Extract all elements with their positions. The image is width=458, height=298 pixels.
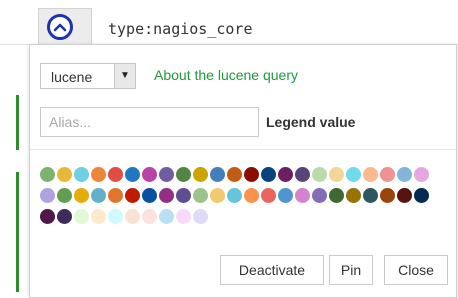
alias-input[interactable] xyxy=(40,107,259,137)
color-swatch[interactable] xyxy=(261,167,276,182)
color-swatch[interactable] xyxy=(142,188,157,203)
color-swatch[interactable] xyxy=(142,209,157,224)
color-swatch[interactable] xyxy=(244,188,259,203)
color-swatch[interactable] xyxy=(193,209,208,224)
color-swatch[interactable] xyxy=(74,188,89,203)
color-swatch[interactable] xyxy=(159,167,174,182)
color-swatch[interactable] xyxy=(363,188,378,203)
color-swatch[interactable] xyxy=(227,167,242,182)
color-swatch[interactable] xyxy=(176,188,191,203)
color-swatch[interactable] xyxy=(295,167,310,182)
swatch-row xyxy=(40,188,440,209)
color-swatch[interactable] xyxy=(193,188,208,203)
color-swatch[interactable] xyxy=(40,188,55,203)
color-swatch[interactable] xyxy=(40,209,55,224)
color-swatch[interactable] xyxy=(176,209,191,224)
color-swatch[interactable] xyxy=(210,188,225,203)
color-swatch[interactable] xyxy=(312,167,327,182)
color-swatch[interactable] xyxy=(125,167,140,182)
query-row: type:nagios_core xyxy=(0,0,458,49)
divider xyxy=(30,149,456,150)
color-swatch[interactable] xyxy=(244,167,259,182)
color-swatch[interactable] xyxy=(380,188,395,203)
color-swatch[interactable] xyxy=(159,209,174,224)
color-swatch[interactable] xyxy=(176,167,191,182)
color-swatch[interactable] xyxy=(74,167,89,182)
legend-value-label: Legend value xyxy=(266,114,356,130)
color-swatch[interactable] xyxy=(91,188,106,203)
color-swatch[interactable] xyxy=(108,209,123,224)
color-swatch[interactable] xyxy=(414,167,429,182)
query-text[interactable]: type:nagios_core xyxy=(108,20,253,38)
color-swatch[interactable] xyxy=(278,167,293,182)
query-settings-popover: lucene ▼ About the lucene query Legend v… xyxy=(29,44,457,298)
color-swatch[interactable] xyxy=(227,188,242,203)
color-swatch[interactable] xyxy=(91,167,106,182)
color-swatch[interactable] xyxy=(142,167,157,182)
color-swatch[interactable] xyxy=(57,209,72,224)
color-swatch[interactable] xyxy=(278,188,293,203)
query-accent-bar xyxy=(16,95,19,150)
query-toggle-button[interactable] xyxy=(38,8,92,49)
swatch-row xyxy=(40,167,440,188)
color-swatch[interactable] xyxy=(346,167,361,182)
color-swatch[interactable] xyxy=(261,188,276,203)
color-swatch[interactable] xyxy=(329,188,344,203)
color-swatch[interactable] xyxy=(91,209,106,224)
color-swatch[interactable] xyxy=(125,188,140,203)
color-swatch[interactable] xyxy=(414,188,429,203)
color-swatch[interactable] xyxy=(57,188,72,203)
color-swatch[interactable] xyxy=(329,167,344,182)
color-swatch[interactable] xyxy=(108,167,123,182)
color-swatch[interactable] xyxy=(125,209,140,224)
color-swatch[interactable] xyxy=(397,167,412,182)
color-swatch[interactable] xyxy=(193,167,208,182)
color-swatch[interactable] xyxy=(312,188,327,203)
chevron-up-icon xyxy=(47,14,73,40)
color-swatch[interactable] xyxy=(159,188,174,203)
query-accent-bar xyxy=(16,172,19,292)
color-swatch[interactable] xyxy=(363,167,378,182)
query-language-value: lucene xyxy=(51,69,93,85)
swatch-row xyxy=(40,209,440,230)
color-swatch[interactable] xyxy=(210,167,225,182)
color-swatch[interactable] xyxy=(74,209,89,224)
color-swatch-picker xyxy=(40,167,440,230)
pin-button[interactable]: Pin xyxy=(329,255,373,285)
close-button[interactable]: Close xyxy=(384,255,448,285)
color-swatch[interactable] xyxy=(108,188,123,203)
query-language-select[interactable]: lucene ▼ xyxy=(40,63,136,89)
color-swatch[interactable] xyxy=(57,167,72,182)
color-swatch[interactable] xyxy=(40,167,55,182)
color-swatch[interactable] xyxy=(380,167,395,182)
deactivate-button[interactable]: Deactivate xyxy=(220,255,324,285)
dropdown-arrow-icon[interactable]: ▼ xyxy=(114,64,135,88)
color-swatch[interactable] xyxy=(397,188,412,203)
about-query-link[interactable]: About the lucene query xyxy=(154,67,298,83)
color-swatch[interactable] xyxy=(295,188,310,203)
color-swatch[interactable] xyxy=(346,188,361,203)
